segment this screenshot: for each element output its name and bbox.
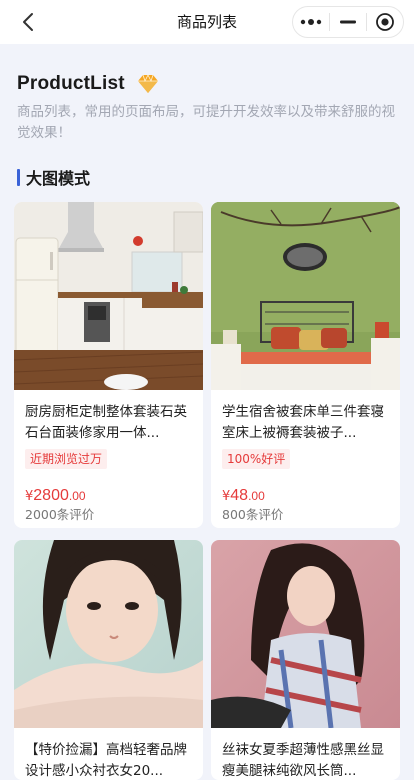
- product-price: ¥2800.00: [25, 485, 192, 505]
- price-decimal: .00: [248, 489, 265, 503]
- product-name: 学生宿舍被套床单三件套寝室床上被褥套装被子...: [222, 404, 384, 441]
- intro-title: ProductList: [17, 73, 125, 94]
- product-card[interactable]: 【特价捡漏】高档轻奢品牌设计感小众衬衣女20...: [14, 540, 203, 780]
- section-title: 大图模式: [26, 169, 91, 188]
- more-dots-icon[interactable]: [293, 7, 329, 37]
- price-decimal: .00: [68, 489, 86, 503]
- product-image-model: [211, 540, 400, 728]
- target-circle-icon[interactable]: [367, 7, 403, 37]
- intro-description: 商品列表，常用的页面布局，可提升开发效率以及带来舒服的视觉效果！: [17, 104, 395, 141]
- product-image-portrait: [14, 540, 203, 728]
- price-integer: 2800: [33, 487, 69, 504]
- minimize-icon[interactable]: [330, 7, 366, 37]
- product-card[interactable]: 学生宿舍被套床单三件套寝室床上被褥套装被子... 100%好评 ¥48.00 8…: [211, 202, 400, 528]
- section-header: 大图模式: [17, 166, 90, 188]
- product-image-kitchen: [14, 202, 203, 390]
- product-card[interactable]: 厨房厨柜定制整体套装石英石台面装修家用一体... 近期浏览过万 ¥2800.00…: [14, 202, 203, 528]
- nav-bar: 商品列表: [0, 0, 414, 44]
- product-price: ¥48.00: [222, 485, 389, 505]
- product-reviews: 800条评价: [222, 507, 284, 522]
- product-name: 厨房厨柜定制整体套装石英石台面装修家用一体...: [25, 404, 187, 441]
- intro-header: ProductList 商品列表，常用的页面布局，可提升开发效率以及带来舒服的视…: [17, 70, 401, 144]
- diamond-icon: [137, 74, 158, 93]
- mini-program-capsule: [292, 6, 404, 38]
- product-reviews: 2000条评价: [25, 507, 95, 522]
- section-accent-bar: [17, 168, 20, 186]
- product-tag: 近期浏览过万: [25, 449, 108, 469]
- product-name: 丝袜女夏季超薄性感黑丝显瘦美腿袜纯欲风长筒...: [222, 742, 384, 779]
- product-image-bedroom: [211, 202, 400, 390]
- price-integer: 48: [230, 487, 249, 504]
- product-tag: 100%好评: [222, 449, 291, 469]
- product-card[interactable]: 丝袜女夏季超薄性感黑丝显瘦美腿袜纯欲风长筒...: [211, 540, 400, 780]
- product-name: 【特价捡漏】高档轻奢品牌设计感小众衬衣女20...: [25, 742, 187, 779]
